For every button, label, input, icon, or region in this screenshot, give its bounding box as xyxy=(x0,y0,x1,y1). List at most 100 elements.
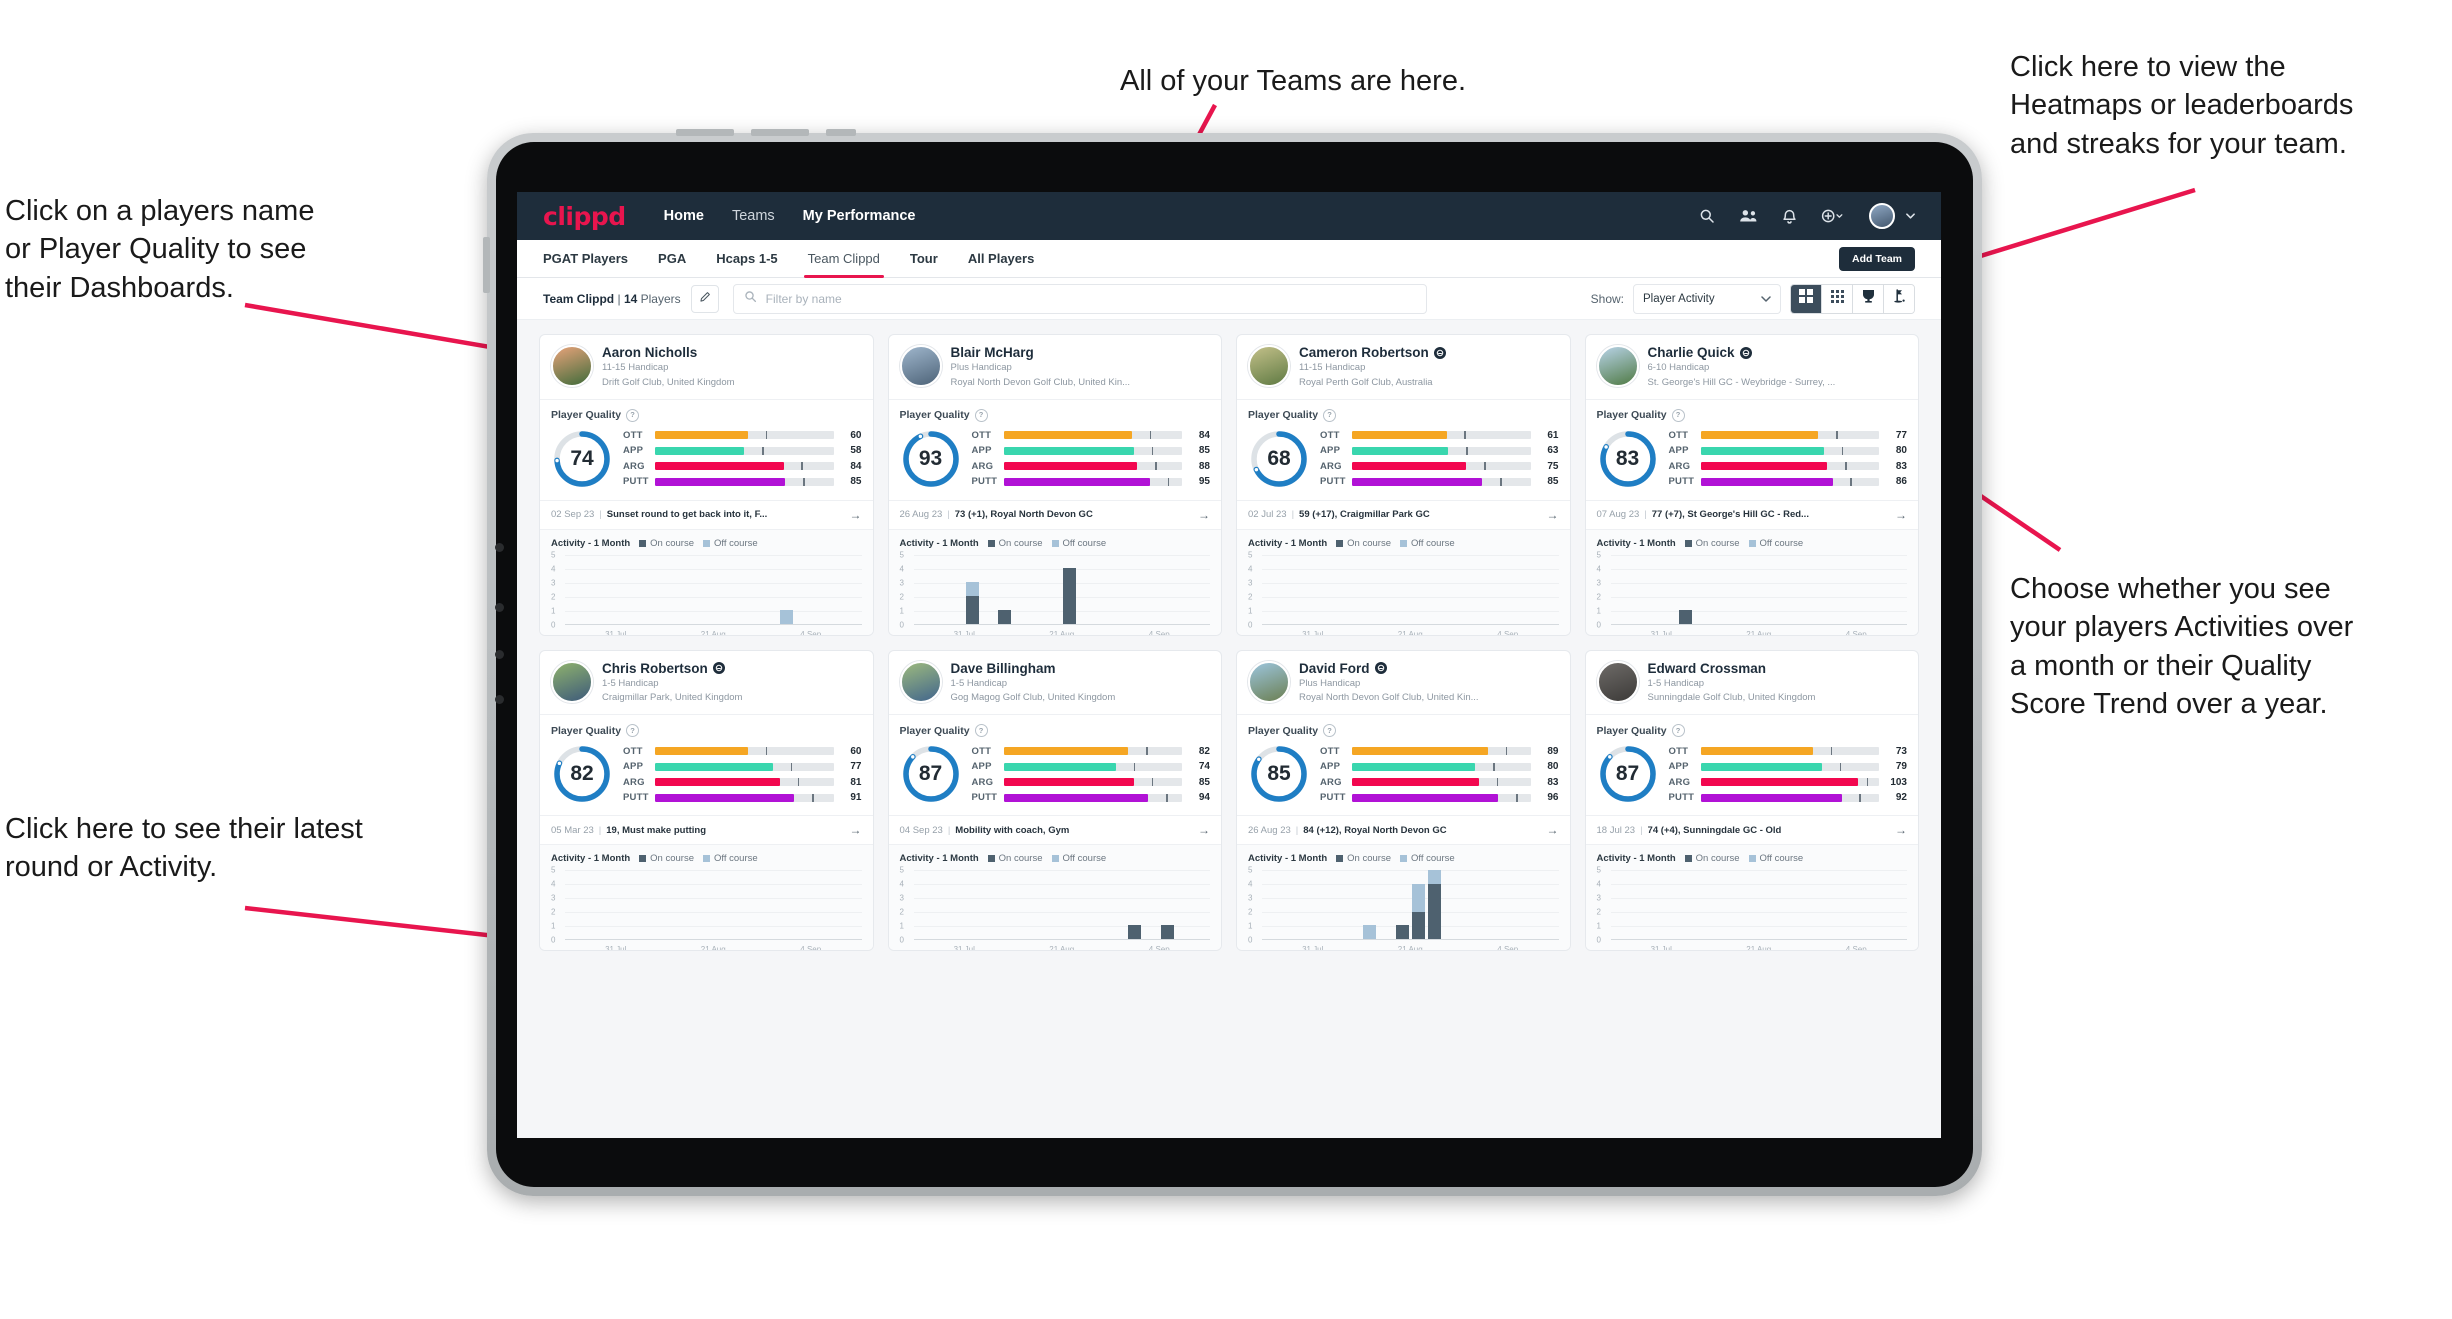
nav-item-home[interactable]: Home xyxy=(664,208,704,224)
chart-bar[interactable] xyxy=(1031,555,1044,624)
chart-bar[interactable] xyxy=(796,870,809,939)
chart-bar[interactable] xyxy=(715,870,728,939)
tab-pga[interactable]: PGA xyxy=(658,240,686,278)
chart-bar[interactable] xyxy=(796,555,809,624)
chart-bar[interactable] xyxy=(1363,870,1377,940)
chart-bar[interactable] xyxy=(917,555,930,624)
player-name[interactable]: Blair McHarg xyxy=(951,345,1131,360)
chart-bar[interactable] xyxy=(1825,870,1838,939)
chart-bar[interactable] xyxy=(1444,870,1457,939)
chart-bar[interactable] xyxy=(1614,555,1627,624)
chart-bar[interactable] xyxy=(1080,870,1093,939)
chart-bar[interactable] xyxy=(650,870,663,939)
edit-team-button[interactable] xyxy=(690,284,719,313)
chart-bar[interactable] xyxy=(1542,555,1555,624)
chart-bar[interactable] xyxy=(682,555,695,624)
chart-bar[interactable] xyxy=(1031,870,1044,939)
chart-bar[interactable] xyxy=(1647,870,1660,939)
chart-bar[interactable] xyxy=(1526,555,1539,624)
chart-bar[interactable] xyxy=(1379,870,1392,939)
tab-all-players[interactable]: All Players xyxy=(968,240,1035,278)
chart-bar[interactable] xyxy=(1428,870,1442,940)
chart-bar[interactable] xyxy=(1663,870,1676,939)
chart-bar[interactable] xyxy=(1858,870,1871,939)
chart-bar[interactable] xyxy=(1193,870,1206,939)
chart-bar[interactable] xyxy=(1630,870,1643,939)
chart-bar[interactable] xyxy=(1728,555,1741,624)
chart-bar[interactable] xyxy=(1744,555,1757,624)
chart-bar[interactable] xyxy=(1614,870,1627,939)
chart-bar[interactable] xyxy=(731,555,744,624)
chart-bar[interactable] xyxy=(1630,555,1643,624)
chart-bar[interactable] xyxy=(569,870,582,939)
chart-bar[interactable] xyxy=(569,555,582,624)
chart-bar[interactable] xyxy=(1461,555,1474,624)
tab-hcaps-1-5[interactable]: Hcaps 1-5 xyxy=(716,240,777,278)
player-name[interactable]: Cameron Robertson xyxy=(1299,345,1446,360)
chart-bar[interactable] xyxy=(731,870,744,939)
chart-bar[interactable] xyxy=(965,555,979,624)
player-card[interactable]: Charlie Quick 6-10 Handicap St. George's… xyxy=(1584,334,1919,636)
chart-bar[interactable] xyxy=(634,870,647,939)
arrow-right-icon[interactable]: → xyxy=(850,508,862,522)
chart-bar[interactable] xyxy=(845,555,858,624)
people-icon[interactable] xyxy=(1739,208,1758,224)
chart-bar[interactable] xyxy=(1096,555,1109,624)
chart-bar[interactable] xyxy=(1411,870,1425,940)
chart-bar[interactable] xyxy=(1063,555,1077,624)
player-card-header[interactable]: Edward Crossman 1-5 Handicap Sunningdale… xyxy=(1585,651,1918,716)
player-quality-section[interactable]: Player Quality ? 87 OTT 82 APP 74 ARG 85… xyxy=(889,715,1222,815)
chart-bar[interactable] xyxy=(634,555,647,624)
clippd-logo[interactable]: clippd xyxy=(543,202,626,231)
chart-bar[interactable] xyxy=(666,870,679,939)
chart-bar[interactable] xyxy=(1177,870,1190,939)
chart-bar[interactable] xyxy=(966,870,979,939)
latest-round-row[interactable]: 07 Aug 23 | 77 (+7), St George's Hill GC… xyxy=(1585,499,1918,530)
chart-bar[interactable] xyxy=(585,555,598,624)
help-icon[interactable]: ? xyxy=(1671,724,1685,738)
chart-bar[interactable] xyxy=(666,555,679,624)
chart-bar[interactable] xyxy=(1047,870,1060,939)
player-name[interactable]: Edward Crossman xyxy=(1648,661,1816,676)
help-icon[interactable]: ? xyxy=(626,724,640,738)
chart-bar[interactable] xyxy=(1177,555,1190,624)
chart-bar[interactable] xyxy=(1298,555,1311,624)
chart-bar[interactable] xyxy=(1509,870,1522,939)
chart-bar[interactable] xyxy=(1890,870,1903,939)
tab-tour[interactable]: Tour xyxy=(910,240,938,278)
chart-bar[interactable] xyxy=(1777,870,1790,939)
chart-bar[interactable] xyxy=(845,870,858,939)
player-card[interactable]: David Ford Plus Handicap Royal North Dev… xyxy=(1236,649,1571,952)
player-quality-section[interactable]: Player Quality ? 93 OTT 84 APP 85 ARG 88… xyxy=(889,400,1222,500)
player-name[interactable]: Dave Billingham xyxy=(951,661,1116,676)
nav-item-my-performance[interactable]: My Performance xyxy=(803,208,916,224)
chart-bar[interactable] xyxy=(1695,555,1708,624)
player-card[interactable]: Blair McHarg Plus Handicap Royal North D… xyxy=(887,334,1222,636)
latest-round-row[interactable]: 18 Jul 23 | 74 (+4), Sunningdale GC - Ol… xyxy=(1585,815,1918,846)
chart-bar[interactable] xyxy=(650,555,663,624)
chart-bar[interactable] xyxy=(747,870,760,939)
chart-bar[interactable] xyxy=(1679,870,1692,939)
chart-bar[interactable] xyxy=(1266,870,1279,939)
player-card[interactable]: Aaron Nicholls 11-15 Handicap Drift Golf… xyxy=(539,334,874,636)
chart-bar[interactable] xyxy=(1096,870,1109,939)
chart-bar[interactable] xyxy=(1396,555,1409,624)
chart-bar[interactable] xyxy=(1760,870,1773,939)
chart-bar[interactable] xyxy=(829,555,842,624)
player-card-header[interactable]: Charlie Quick 6-10 Handicap St. George's… xyxy=(1585,335,1918,400)
chart-bar[interactable] xyxy=(1493,870,1506,939)
chart-bar[interactable] xyxy=(1793,555,1806,624)
player-name[interactable]: Chris Robertson xyxy=(602,661,742,676)
chart-bar[interactable] xyxy=(1298,870,1311,939)
arrow-right-icon[interactable]: → xyxy=(1198,508,1210,522)
show-select[interactable]: Player Activity xyxy=(1633,283,1781,314)
chart-bar[interactable] xyxy=(1663,555,1676,624)
chart-bar[interactable] xyxy=(1542,870,1555,939)
chart-bar[interactable] xyxy=(1160,870,1174,940)
help-icon[interactable]: ? xyxy=(1323,408,1337,422)
chart-bar[interactable] xyxy=(1363,555,1376,624)
chart-bar[interactable] xyxy=(1379,555,1392,624)
chart-bar[interactable] xyxy=(1282,555,1295,624)
chart-bar[interactable] xyxy=(982,870,995,939)
chart-bar[interactable] xyxy=(1712,870,1725,939)
